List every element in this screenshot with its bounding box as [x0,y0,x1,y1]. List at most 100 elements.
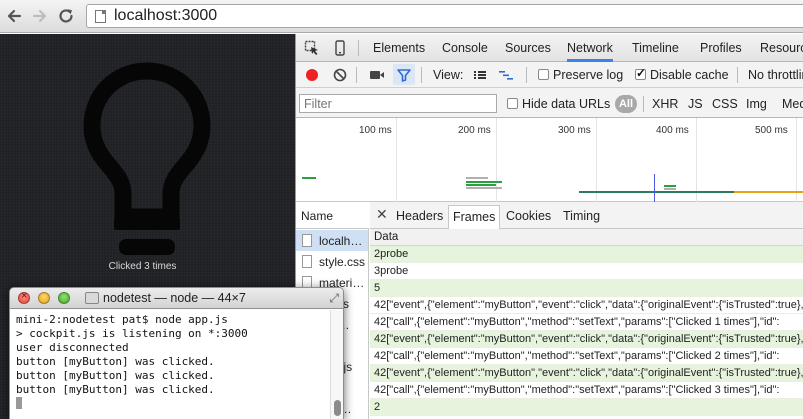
terminal-scrollbar[interactable] [330,310,343,419]
close-icon[interactable]: ✕ [376,206,388,223]
tab-console[interactable]: Console [442,41,488,55]
cursor [16,397,22,409]
tab-timeline[interactable]: Timeline [632,41,679,55]
frame-row[interactable]: 42["call",{"element":"myButton","method"… [370,348,803,365]
divider [356,67,357,83]
divider [421,67,422,83]
tab-elements[interactable]: Elements [373,41,425,55]
request-bar [734,191,803,193]
arrow-left-icon [7,9,22,23]
address-bar[interactable]: localhost:3000 [86,4,803,28]
disable-cache-checkbox[interactable] [635,66,646,80]
tick-label: 100 ms [359,125,392,136]
device-mode-icon[interactable] [332,40,348,56]
request-row[interactable]: localh… [296,230,368,251]
frame-row[interactable]: 42["event",{"element":"myButton","event"… [370,297,803,314]
grid-line [796,118,797,202]
fullscreen-icon[interactable]: ⤢ [329,291,339,306]
divider [526,67,527,83]
frame-row[interactable]: 42["call",{"element":"myButton","method"… [370,314,803,331]
close-button[interactable] [18,290,30,304]
frame-row[interactable]: 42["event",{"element":"myButton","event"… [370,331,803,348]
terminal-output[interactable]: mini-2:nodetest pat$ node app.js > cockp… [10,310,332,419]
terminal-window: nodetest — node — 44×7 ⤢ mini-2:nodetest… [9,287,344,419]
frame-row[interactable]: 42["call",{"element":"myButton","method"… [370,382,803,399]
terminal-titlebar[interactable]: nodetest — node — 44×7 ⤢ [10,288,343,309]
filter-media[interactable]: Media [782,97,803,111]
frame-row[interactable]: 3probe [370,263,803,280]
terminal-line: button [myButton] was clicked. [16,355,215,368]
tab-cookies[interactable]: Cookies [506,209,551,223]
tick-label: 400 ms [656,125,689,136]
scrollbar-thumb[interactable] [334,400,341,416]
tab-profiles[interactable]: Profiles [700,41,742,55]
grid-line [396,118,397,202]
zoom-button[interactable] [58,292,70,304]
tab-sources[interactable]: Sources [505,41,551,55]
frame-row[interactable]: 5 [370,280,803,297]
back-button[interactable] [4,5,26,27]
dom-content-loaded-marker [654,174,655,202]
terminal-prompt [16,397,326,411]
frame-row[interactable]: 2probe [370,246,803,263]
lightbulb-icon[interactable] [0,34,295,274]
tab-resources[interactable]: Resources [760,41,803,55]
clear-icon[interactable] [332,67,348,83]
url-text[interactable]: localhost:3000 [114,7,217,25]
page-icon [95,10,106,23]
minimize-button[interactable] [38,292,50,304]
hide-data-urls-checkbox[interactable] [507,98,518,109]
websocket-bar [579,191,734,193]
reload-button[interactable] [55,5,77,27]
devtools-tab-bar: Elements Console Sources Network Timelin… [296,34,803,62]
record-icon[interactable] [304,67,320,83]
request-bar [466,177,488,179]
disable-cache-label: Disable cache [650,68,729,82]
divider [643,96,644,112]
view-label: View: [433,68,464,82]
request-bar [466,187,502,189]
terminal-line: mini-2:nodetest pat$ node app.js [16,313,228,326]
name-column-header[interactable]: Name [296,202,369,229]
request-row[interactable]: style.css [296,251,368,272]
folder-icon [85,292,99,304]
filter-all-button[interactable]: All [615,95,637,113]
request-bar [664,188,676,190]
detail-tab-bar: ✕ Headers Frames Cookies Timing [370,202,803,229]
frame-row[interactable]: 2 [370,399,803,416]
tab-timing[interactable]: Timing [563,209,600,223]
inspect-icon[interactable] [304,40,320,56]
preserve-log-checkbox[interactable] [538,69,549,80]
filter-img[interactable]: Img [746,97,767,111]
filter-js[interactable]: JS [688,97,703,111]
click-count-label: Clicked 3 times [108,261,177,272]
reload-icon [59,9,73,23]
divider [358,40,359,56]
forward-button[interactable] [28,5,50,27]
large-rows-icon[interactable] [472,67,488,83]
filter-bar: Hide data URLs All XHR JS CSS Img Media [296,88,803,118]
network-toolbar: View: Preserve log Disable cache No thro… [296,62,803,88]
request-bar [302,177,316,179]
capture-screenshots-icon[interactable] [369,67,385,83]
tab-frames[interactable]: Frames [448,205,501,229]
data-column-header[interactable]: Data [370,229,803,246]
filter-icon[interactable] [396,67,412,83]
terminal-line: > cockpit.js is listening on *:3000 [16,327,248,340]
terminal-title: nodetest — node — 44×7 [103,291,246,305]
arrow-right-icon [32,9,47,23]
throttling-select[interactable]: No throttling [748,68,803,82]
tick-label: 300 ms [558,125,591,136]
filter-css[interactable]: CSS [712,97,738,111]
tab-network[interactable]: Network [567,41,613,62]
frame-row[interactable]: 42["event",{"element":"myButton","event"… [370,365,803,382]
request-bar [466,184,496,186]
waterfall-icon[interactable] [498,67,514,83]
tab-headers[interactable]: Headers [396,209,443,223]
filter-xhr[interactable]: XHR [652,97,678,111]
network-overview[interactable]: 100 ms 200 ms 300 ms 400 ms 500 ms [296,118,803,202]
terminal-line: user disconnected [16,341,129,354]
request-bar [466,181,502,183]
filter-input[interactable] [299,94,497,113]
grid-line [496,118,497,202]
